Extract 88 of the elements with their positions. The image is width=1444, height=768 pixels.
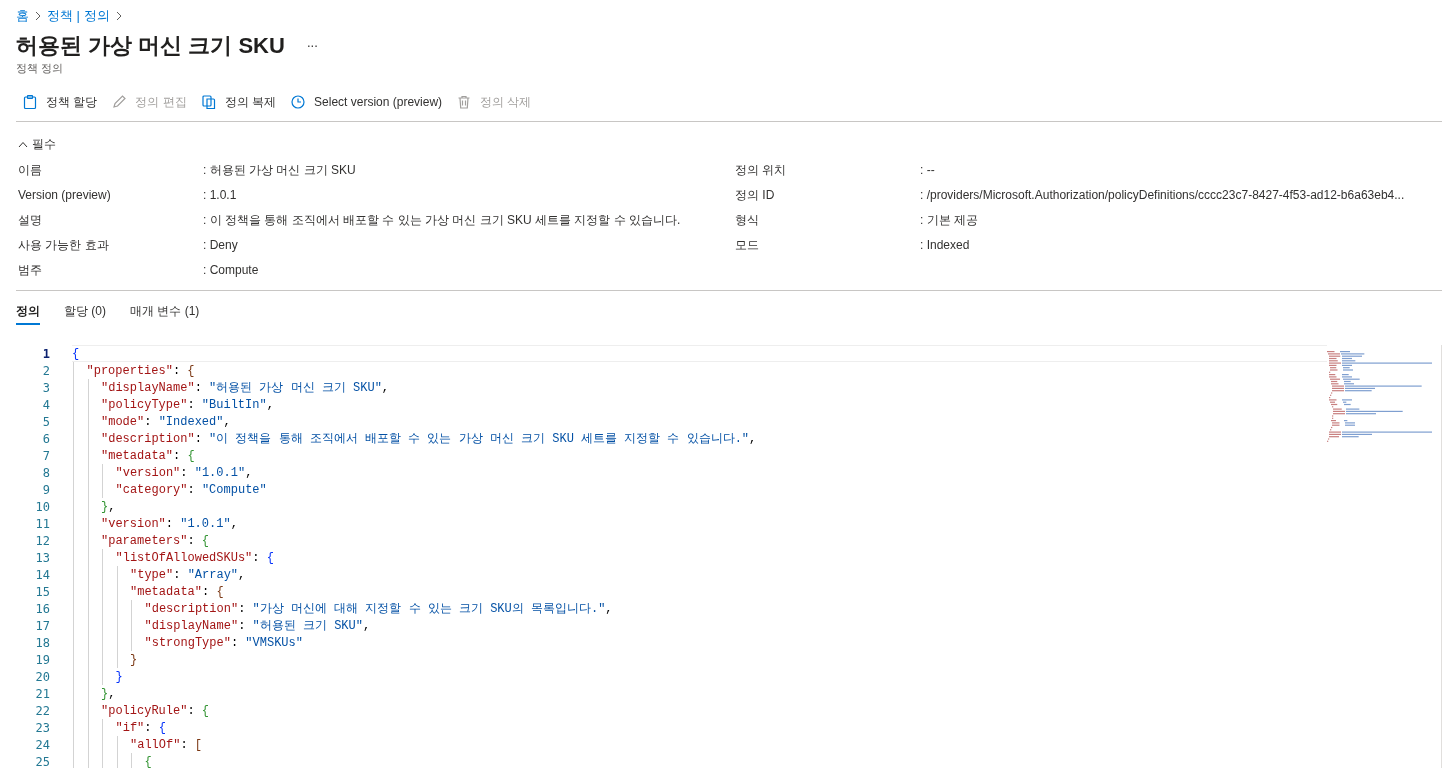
code-line: "metadata": { bbox=[101, 447, 195, 465]
code-line: "description": "이 정책을 통해 조직에서 배포할 수 있는 가상 머신 크기 SKU 세트를 지정할 수 있습니다.", bbox=[101, 430, 757, 448]
pencil-icon bbox=[111, 94, 128, 110]
code-line: "metadata": { bbox=[130, 583, 224, 601]
copy-icon bbox=[200, 94, 217, 110]
field-label: 설명 bbox=[18, 211, 43, 229]
chevron-right-icon bbox=[35, 10, 41, 21]
section-toggle[interactable]: 필수 bbox=[18, 135, 56, 153]
field-label: 정의 위치 bbox=[735, 161, 788, 179]
field-value: : Compute bbox=[203, 261, 259, 279]
code-line: "category": "Compute" bbox=[115, 481, 267, 499]
more-button[interactable]: ... bbox=[306, 36, 318, 55]
clipboard-icon bbox=[22, 94, 38, 110]
toolbar-button[interactable]: 정의 복제 bbox=[200, 93, 277, 111]
field-value: : 허용된 가상 머신 크기 SKU bbox=[203, 161, 356, 179]
chevron-icon bbox=[18, 140, 28, 148]
chevron-right-icon bbox=[115, 10, 122, 21]
line-number: 1 bbox=[41, 345, 50, 363]
code-line: "parameters": { bbox=[101, 532, 210, 550]
field-value: : 1.0.1 bbox=[203, 186, 237, 204]
field-label: 범주 bbox=[18, 261, 43, 279]
code-line: }, bbox=[101, 685, 116, 703]
code-line: "listOfAllowedSKUs": { bbox=[115, 549, 274, 567]
line-number: 3 bbox=[41, 379, 50, 397]
code-line: "allOf": [ bbox=[130, 736, 203, 754]
field-label: 사용 가능한 효과 bbox=[18, 236, 110, 254]
page-subtitle: 정책 정의 bbox=[16, 60, 65, 76]
line-number: 15 bbox=[34, 583, 50, 601]
line-number: 17 bbox=[34, 617, 50, 635]
line-number: 20 bbox=[34, 668, 50, 686]
field-label: 형식 bbox=[735, 211, 760, 229]
line-number: 13 bbox=[34, 549, 50, 567]
code-line: "version": "1.0.1", bbox=[115, 464, 253, 482]
code-line: }, bbox=[101, 498, 116, 516]
code-line: "displayName": "허용된 가상 머신 크기 SKU", bbox=[101, 379, 390, 397]
clock-icon bbox=[290, 94, 307, 110]
line-number: 8 bbox=[41, 464, 50, 482]
field-label: 모드 bbox=[735, 236, 760, 254]
line-number: 9 bbox=[41, 481, 50, 499]
line-number: 19 bbox=[34, 651, 50, 669]
code-line: } bbox=[115, 668, 123, 686]
field-value: : 기본 제공 bbox=[920, 211, 978, 229]
code-line: "description": "가상 머신에 대해 지정할 수 있는 크기 SKU의 목록입니다.", bbox=[144, 600, 613, 618]
field-value: : Indexed bbox=[920, 236, 970, 254]
code-line: "mode": "Indexed", bbox=[101, 413, 231, 431]
toolbar-button[interactable]: Select version (preview) bbox=[290, 93, 443, 111]
line-number: 25 bbox=[34, 753, 50, 768]
code-line: } bbox=[130, 651, 138, 669]
line-number: 7 bbox=[41, 447, 50, 465]
field-value: : Deny bbox=[203, 236, 238, 254]
line-number: 24 bbox=[34, 736, 50, 754]
line-number: 2 bbox=[41, 362, 50, 380]
code-line: "properties": { bbox=[86, 362, 195, 380]
toolbar-button[interactable]: 정책 할당 bbox=[22, 93, 98, 111]
code-line: { bbox=[144, 753, 152, 768]
line-number: 18 bbox=[34, 634, 50, 652]
tab[interactable]: 할당 (0) bbox=[64, 299, 106, 325]
tab[interactable]: 정의 bbox=[16, 299, 40, 325]
line-number: 22 bbox=[34, 702, 50, 720]
line-number: 16 bbox=[34, 600, 50, 618]
code-line: { bbox=[72, 345, 80, 363]
field-label: 이름 bbox=[18, 161, 43, 179]
code-line: "version": "1.0.1", bbox=[101, 515, 238, 533]
line-number: 10 bbox=[34, 498, 50, 516]
line-number: 6 bbox=[41, 430, 50, 448]
code-line: "displayName": "허용된 크기 SKU", bbox=[144, 617, 371, 635]
line-number: 11 bbox=[34, 515, 50, 533]
page-title: 허용된 가상 머신 크기 SKU bbox=[16, 31, 285, 60]
code-line: "strongType": "VMSKUs" bbox=[144, 634, 303, 652]
field-label: 정의 ID bbox=[735, 186, 776, 204]
line-number: 23 bbox=[34, 719, 50, 737]
line-number: 21 bbox=[34, 685, 50, 703]
line-number: 14 bbox=[34, 566, 50, 584]
breadcrumb-link[interactable]: 홈 bbox=[16, 6, 29, 26]
code-line: "if": { bbox=[115, 719, 166, 737]
line-number: 4 bbox=[41, 396, 50, 414]
tab[interactable]: 매개 변수 (1) bbox=[130, 299, 200, 325]
code-line: "policyRule": { bbox=[101, 702, 210, 720]
line-number: 5 bbox=[41, 413, 50, 431]
line-number: 12 bbox=[34, 532, 50, 550]
code-line: "type": "Array", bbox=[130, 566, 246, 584]
breadcrumb-link[interactable]: 정책 | 정의 bbox=[47, 6, 110, 26]
trash-icon bbox=[456, 94, 473, 110]
field-label: Version (preview) bbox=[18, 186, 112, 204]
field-value: : /providers/Microsoft.Authorization/policyDefinitions/cccc23c7-8427-4f53-ad12-b6a63eb4... bbox=[920, 186, 1405, 204]
code-line: "policyType": "BuiltIn", bbox=[101, 396, 274, 414]
field-value: : 이 정책을 통해 조직에서 배포할 수 있는 가상 머신 크기 SKU 세트를 지정할 수 있습니다. bbox=[203, 211, 681, 229]
field-value: : -- bbox=[920, 161, 935, 179]
